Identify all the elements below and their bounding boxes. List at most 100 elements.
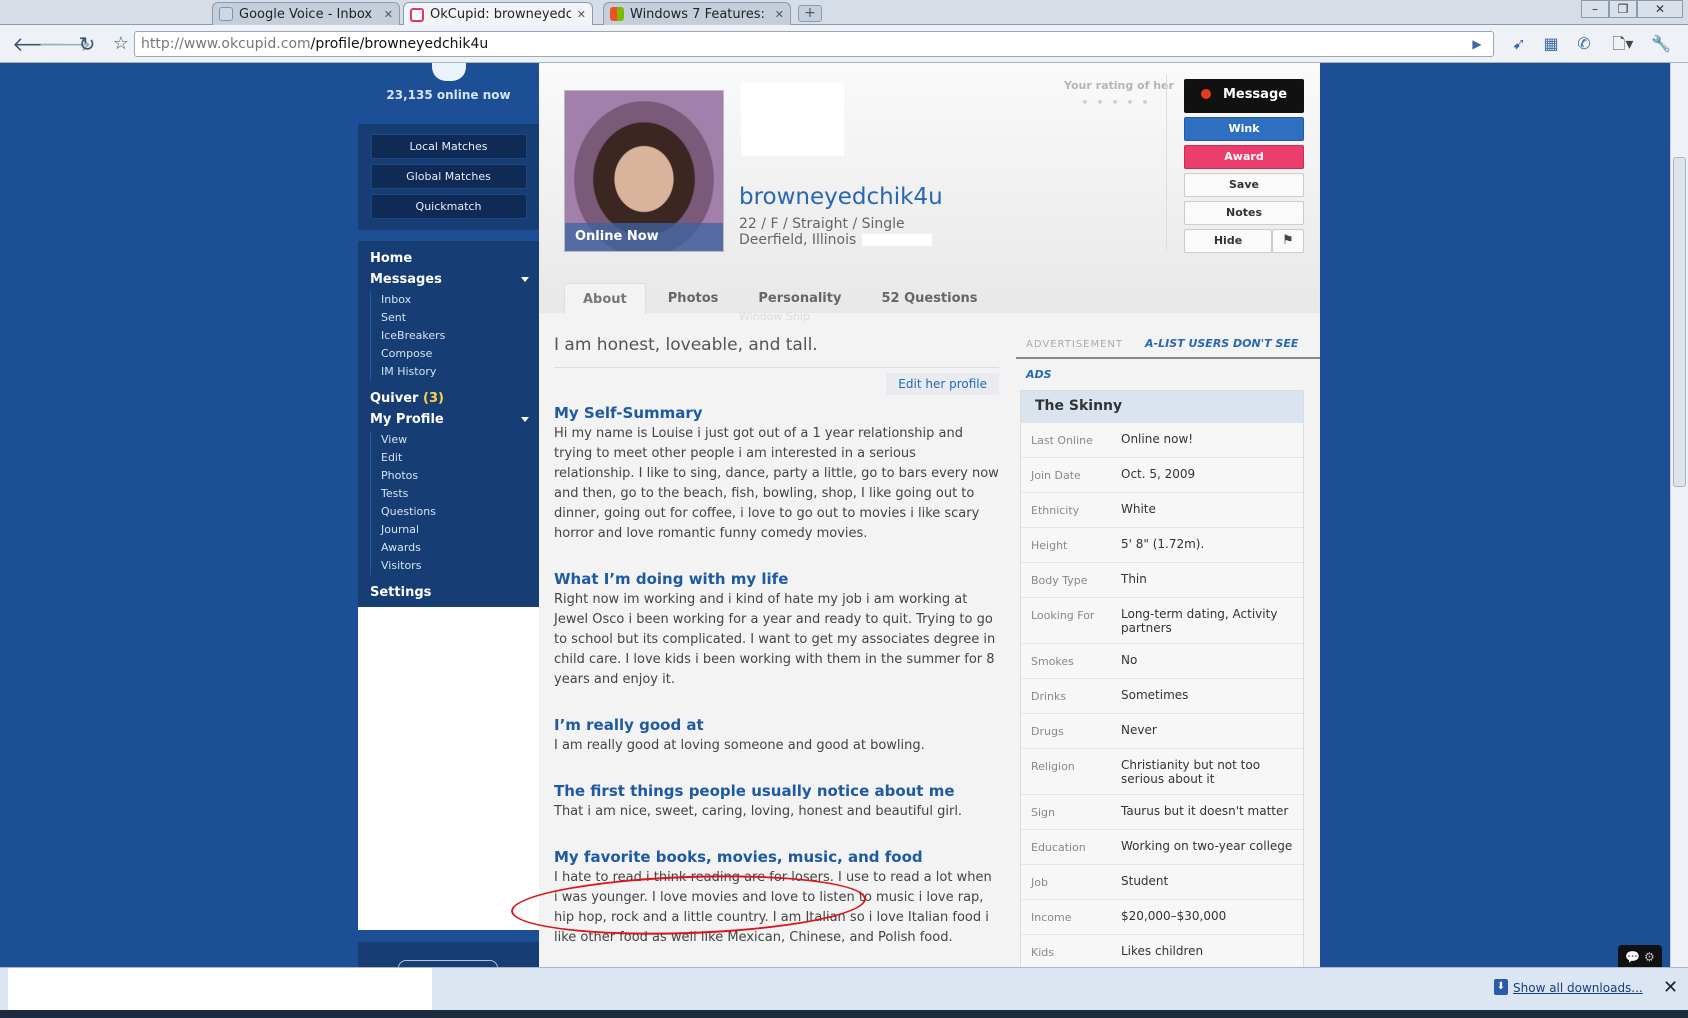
global-matches-button[interactable]: Global Matches — [370, 164, 527, 189]
message-dot-icon — [1200, 88, 1211, 99]
location-text: Deerfield, Illinois — [739, 232, 857, 248]
back-button[interactable]: 🡐 — [12, 31, 66, 57]
skinny-key: Income — [1031, 911, 1072, 924]
skinny-value: Likes children — [1121, 944, 1204, 958]
skinny-value: Oct. 5, 2009 — [1121, 467, 1196, 481]
nav-journal[interactable]: Journal — [381, 521, 539, 539]
tab-windows7[interactable]: Windows 7 Features: Snip... ✕ — [603, 2, 791, 25]
nav-icebreakers[interactable]: IceBreakers — [381, 327, 539, 345]
skinny-row: Income $20,000–$30,000 — [1021, 899, 1303, 934]
close-tab-icon[interactable]: ✕ — [775, 8, 784, 21]
page-menu-icon[interactable]: 🗋▾ — [1612, 33, 1634, 55]
close-downloads-icon[interactable]: ✕ — [1663, 977, 1678, 998]
skinny-key: Height — [1031, 539, 1068, 552]
nav-photos[interactable]: Photos — [381, 467, 539, 485]
skinny-value: Thin — [1121, 572, 1147, 586]
nav-awards[interactable]: Awards — [381, 539, 539, 557]
skinny-value: 5' 8" (1.72m). — [1121, 537, 1205, 551]
nav-questions[interactable]: Questions — [381, 503, 539, 521]
bookmark-star-icon[interactable]: ☆ — [108, 31, 134, 57]
online-now-badge: Online Now — [565, 223, 723, 251]
tab-photos[interactable]: Photos — [650, 283, 737, 314]
local-matches-button[interactable]: Local Matches — [370, 134, 527, 159]
nav-visitors[interactable]: Visitors — [381, 557, 539, 575]
expand-arrow-icon[interactable] — [521, 277, 529, 282]
os-taskbar — [0, 1010, 1688, 1018]
nav-my-profile[interactable]: My Profile — [370, 412, 539, 427]
tab-google-voice[interactable]: Google Voice - Inbox ✕ — [212, 2, 400, 25]
windows-icon — [610, 7, 624, 21]
skinny-row: Last Online Online now! — [1021, 422, 1303, 457]
tab-okcupid[interactable]: OkCupid: browneyedchik... ✕ — [403, 2, 593, 26]
page-left-edge — [0, 63, 8, 967]
skinny-row: Kids Likes children — [1021, 934, 1303, 969]
show-all-downloads-link[interactable]: Show all downloads... — [1513, 981, 1643, 995]
nav-inbox[interactable]: Inbox — [381, 291, 539, 309]
maximize-button[interactable]: ❐ — [1609, 0, 1637, 18]
close-tab-icon[interactable]: ✕ — [384, 8, 393, 21]
close-window-button[interactable]: ✕ — [1637, 0, 1683, 18]
quickmatch-button[interactable]: Quickmatch — [370, 194, 527, 219]
section-heading: I’m really good at — [554, 716, 704, 734]
profile-location: Deerfield, Illinois — [739, 232, 933, 248]
skinny-key: Body Type — [1031, 574, 1088, 587]
notes-button[interactable]: Notes — [1184, 201, 1304, 225]
nav-edit[interactable]: Edit — [381, 449, 539, 467]
age: 22 — [739, 216, 757, 232]
rating-widget: Your rating of her ••••• — [1039, 79, 1199, 109]
save-button[interactable]: Save — [1184, 173, 1304, 197]
nav-settings[interactable]: Settings — [370, 585, 539, 600]
nav-compose[interactable]: Compose — [381, 345, 539, 363]
nav-quiver[interactable]: Quiver (3) — [370, 391, 539, 406]
extension-calendar-icon[interactable]: ▦ — [1540, 33, 1562, 55]
url-path: /profile/browneyedchik4u — [310, 36, 489, 52]
new-tab-button[interactable]: + — [798, 5, 822, 22]
extension-bird-icon[interactable]: ➹ — [1508, 33, 1530, 55]
wink-button[interactable]: Wink — [1184, 117, 1304, 141]
minimize-button[interactable]: – — [1581, 0, 1609, 18]
skinny-value: Long-term dating, Activity partners — [1121, 607, 1278, 635]
flag-icon[interactable]: ⚑ — [1272, 229, 1304, 253]
redacted-area — [862, 234, 933, 246]
hide-button[interactable]: Hide — [1184, 229, 1272, 253]
browser-tab-strip: Google Voice - Inbox ✕ OkCupid: browneye… — [0, 0, 1688, 26]
message-button[interactable]: Message — [1184, 79, 1304, 113]
skinny-key: Join Date — [1031, 469, 1081, 482]
skinny-row: Sign Taurus but it doesn't matter — [1021, 794, 1303, 829]
scrollbar-thumb[interactable] — [1673, 157, 1686, 487]
edit-profile-link[interactable]: Edit her profile — [886, 373, 999, 395]
nav-messages[interactable]: Messages — [370, 272, 539, 287]
sidebar-blank-area — [358, 607, 539, 930]
extension-phone-icon[interactable]: ✆ — [1573, 33, 1595, 55]
profile-submenu: View Edit Photos Tests Questions Journal… — [370, 431, 539, 575]
go-icon[interactable]: ▶ — [1466, 33, 1488, 55]
close-tab-icon[interactable]: ✕ — [577, 8, 586, 21]
gender: F — [770, 216, 779, 232]
profile-username: browneyedchik4u — [739, 184, 943, 210]
nav-view[interactable]: View — [381, 431, 539, 449]
mascot-icon — [431, 63, 466, 81]
reload-button[interactable]: ↻ — [74, 31, 100, 57]
tab-about[interactable]: About — [564, 283, 646, 314]
section-body: Right now im working and i kind of hate … — [554, 592, 996, 687]
tab-title: Google Voice - Inbox — [239, 6, 373, 22]
page-scrollbar[interactable] — [1670, 63, 1688, 972]
chat-gear-widget[interactable]: 💬 ⚙ — [1618, 945, 1662, 969]
expand-arrow-icon[interactable] — [521, 417, 529, 422]
award-button[interactable]: Award — [1184, 145, 1304, 169]
profile-header: Online Now browneyedchik4u 22 / F / Stra… — [539, 63, 1320, 323]
profile-tagline: I am honest, loveable, and tall. — [554, 335, 999, 368]
rating-stars[interactable]: ••••• — [1039, 96, 1199, 109]
tab-questions[interactable]: 52 Questions — [863, 283, 995, 314]
address-bar[interactable]: http://www.okcupid.com/profile/browneyed… — [134, 31, 1494, 57]
nav-im-history[interactable]: IM History — [381, 363, 539, 381]
profile-photo[interactable]: Online Now — [564, 90, 724, 252]
section-body: Hi my name is Louise i just got out of a… — [554, 426, 999, 541]
nav-tests[interactable]: Tests — [381, 485, 539, 503]
skinny-key: Smokes — [1031, 655, 1074, 668]
nav-home[interactable]: Home — [370, 251, 539, 266]
nav-sent[interactable]: Sent — [381, 309, 539, 327]
wrench-icon[interactable]: 🔧 — [1650, 33, 1672, 55]
profile-main-column: I am honest, loveable, and tall. Edit he… — [554, 321, 999, 948]
forward-button[interactable]: 🡒 — [38, 31, 92, 57]
